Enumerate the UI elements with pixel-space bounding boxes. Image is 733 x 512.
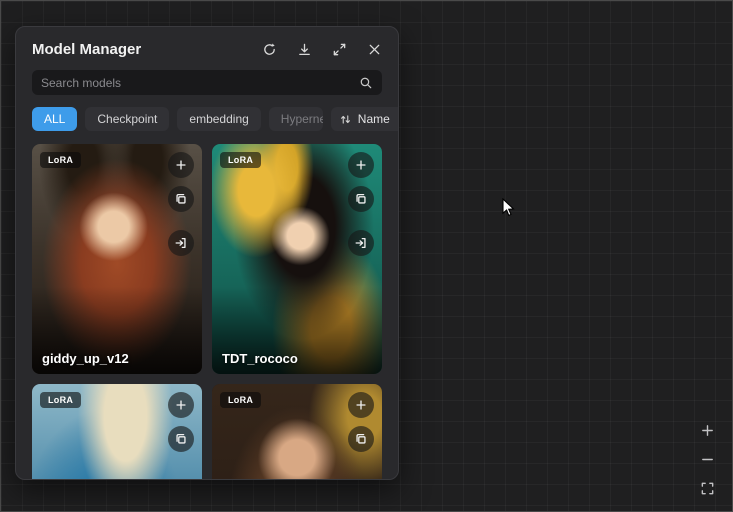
panel-header: Model Manager [16,27,398,68]
maximize-icon[interactable] [331,42,347,58]
copy-icon[interactable] [348,186,374,212]
sort-label: Name [358,112,390,126]
zoom-in-icon[interactable] [696,419,718,441]
model-name: TDT_rococo [222,351,298,366]
model-card-grid: LoRA giddy_up_v12 LoRA TDT_rococo LoRA [32,144,382,480]
import-icon[interactable] [348,230,374,256]
model-type-badge: LoRA [40,392,81,408]
panel-title: Model Manager [32,41,242,58]
model-card[interactable]: LoRA [212,384,382,480]
model-type-badge: LoRA [220,152,261,168]
copy-icon[interactable] [168,186,194,212]
add-model-button[interactable] [168,152,194,178]
chevron-down-icon [396,114,399,125]
model-type-badge: LoRA [220,392,261,408]
refresh-icon[interactable] [261,42,277,58]
filter-chip-all[interactable]: ALL [32,107,77,131]
add-model-button[interactable] [168,392,194,418]
zoom-out-icon[interactable] [696,448,718,470]
canvas-zoom-toolbar [696,419,718,499]
filter-chip-embedding[interactable]: embedding [177,107,260,131]
model-card[interactable]: LoRA giddy_up_v12 [32,144,202,374]
add-model-button[interactable] [348,152,374,178]
filter-row: ALL Checkpoint embedding Hypernetwork Na… [32,107,382,131]
import-icon[interactable] [168,230,194,256]
filter-chip-hypernetwork[interactable]: Hypernetwork [269,107,323,131]
copy-icon[interactable] [348,426,374,452]
search-input[interactable] [41,76,359,90]
model-card[interactable]: LoRA TDT_rococo [212,144,382,374]
download-icon[interactable] [296,42,312,58]
fit-view-icon[interactable] [696,477,718,499]
filter-chip-checkpoint[interactable]: Checkpoint [85,107,169,131]
search-icon [359,76,373,90]
close-icon[interactable] [366,42,382,58]
sort-dropdown[interactable]: Name [331,107,399,131]
sort-arrows-icon [339,113,352,126]
add-model-button[interactable] [348,392,374,418]
model-name: giddy_up_v12 [42,351,129,366]
model-type-badge: LoRA [40,152,81,168]
copy-icon[interactable] [168,426,194,452]
model-card[interactable]: LoRA [32,384,202,480]
search-bar [32,70,382,95]
model-manager-panel: Model Manager ALL Checkpoint embedding H… [15,26,399,480]
